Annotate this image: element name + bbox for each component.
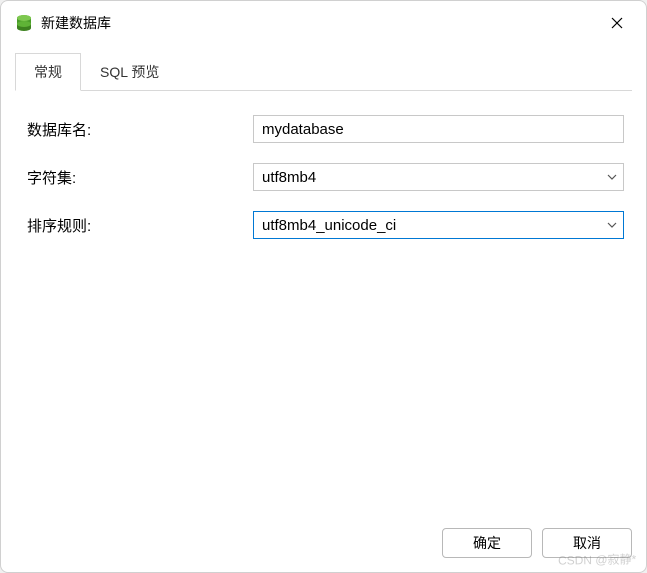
new-database-dialog: 新建数据库 常规 SQL 预览 数据库名: 字符集: utf8	[0, 0, 647, 573]
chevron-down-icon	[607, 174, 617, 180]
button-bar: 确定 取消	[1, 516, 646, 572]
tab-sql-preview[interactable]: SQL 预览	[81, 53, 178, 91]
cancel-button[interactable]: 取消	[542, 528, 632, 558]
titlebar: 新建数据库	[1, 1, 646, 43]
tab-content: 数据库名: 字符集: utf8mb4 排序规则:	[15, 90, 632, 516]
database-name-input[interactable]	[253, 115, 624, 143]
chevron-down-icon	[607, 222, 617, 228]
database-icon	[15, 14, 33, 32]
collation-value: utf8mb4_unicode_ci	[262, 217, 599, 234]
tab-general[interactable]: 常规	[15, 53, 81, 91]
database-name-label: 数据库名:	[23, 119, 253, 140]
close-icon	[611, 17, 623, 29]
row-charset: 字符集: utf8mb4	[23, 163, 624, 191]
ok-button[interactable]: 确定	[442, 528, 532, 558]
collation-label: 排序规则:	[23, 215, 253, 236]
charset-value: utf8mb4	[262, 169, 599, 186]
dialog-title: 新建数据库	[41, 13, 602, 33]
collation-select[interactable]: utf8mb4_unicode_ci	[253, 211, 624, 239]
form-area: 数据库名: 字符集: utf8mb4 排序规则:	[15, 91, 632, 239]
tab-bar: 常规 SQL 预览	[1, 53, 646, 91]
charset-label: 字符集:	[23, 167, 253, 188]
close-button[interactable]	[602, 8, 632, 38]
row-collation: 排序规则: utf8mb4_unicode_ci	[23, 211, 624, 239]
row-database-name: 数据库名:	[23, 115, 624, 143]
charset-select[interactable]: utf8mb4	[253, 163, 624, 191]
